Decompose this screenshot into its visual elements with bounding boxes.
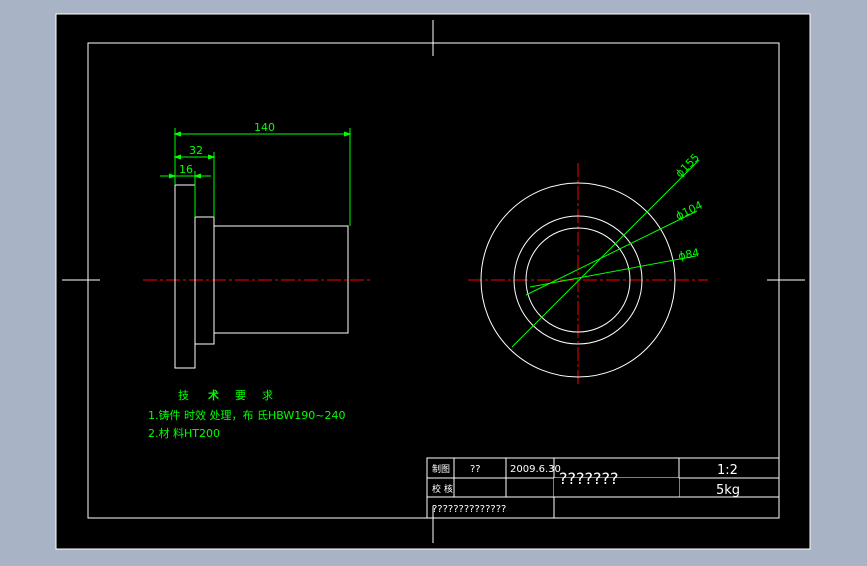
- dim-flange-step-label: 32: [189, 144, 203, 157]
- tech-title-char-1: 技: [178, 389, 189, 402]
- tech-title-char-2: 术: [207, 388, 219, 402]
- drawing-canvas: 140 32 16 ϕ155 ϕ104 ϕ84 技 术 要 求 1.铸件 时效 …: [55, 13, 811, 550]
- tech-title-char-4: 求: [262, 389, 273, 402]
- cad-viewport: 140 32 16 ϕ155 ϕ104 ϕ84 技 术 要 求 1.铸件 时效 …: [0, 0, 867, 562]
- title-scale: 1:2: [717, 463, 738, 478]
- title-date: 2009.6.30: [510, 464, 561, 475]
- dim-flange-thickness-label: 16: [179, 163, 193, 176]
- title-drawn-value: ??: [470, 464, 481, 475]
- title-company: ??????????????: [432, 504, 506, 515]
- title-check-label: 校 核: [432, 483, 453, 495]
- title-weight: 5kg: [716, 483, 740, 498]
- tech-item-1: 1.铸件 时效 处理，布 氏HBW190~240: [148, 408, 346, 422]
- tech-item-2: 2.材 料HT200: [148, 426, 220, 440]
- dim-length-label: 140: [254, 121, 275, 134]
- tech-title-char-3: 要: [235, 389, 246, 402]
- title-part-name: ???????: [559, 469, 618, 488]
- title-drawn-label: 制图: [432, 463, 450, 475]
